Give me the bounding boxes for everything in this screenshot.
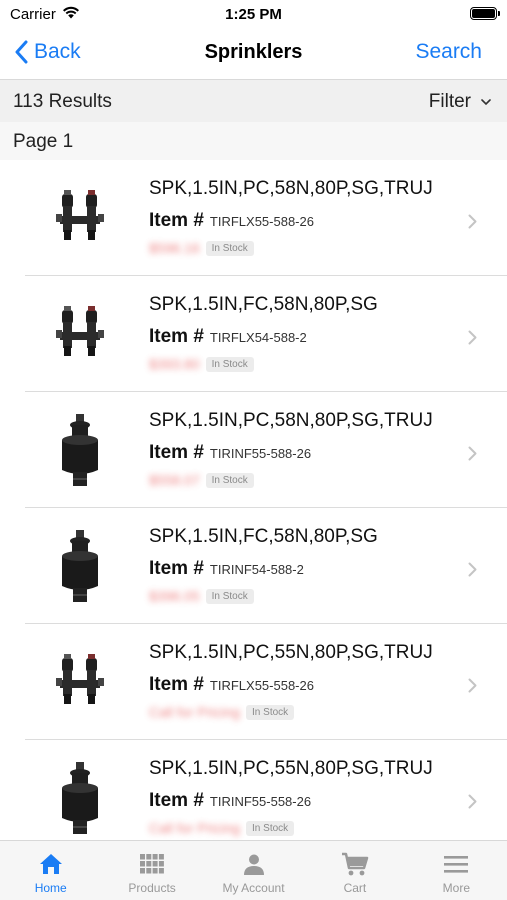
product-image [40,528,120,608]
price-line: $596.16 In Stock [149,240,254,256]
navigation-bar: Back Sprinklers Search [0,28,507,80]
product-row[interactable]: SPK,1.5IN,PC,55N,80P,SG,TRUJ Item # TIRINF… [0,740,507,840]
product-image [40,296,120,376]
item-number-label: Item # [149,558,204,579]
item-number: TIRINF55-558-26 [209,794,312,809]
item-number-label: Item # [149,674,204,695]
filter-button[interactable]: Filter [429,91,491,113]
stock-badge: In Stock [205,356,254,372]
tab-home[interactable]: Home [0,841,101,900]
item-number-line: Item # TIRINF54-588-2 [149,558,304,580]
filter-label: Filter [428,91,471,112]
product-name: SPK,1.5IN,FC,58N,80P,SG [149,294,378,315]
item-number-label: Item # [149,790,204,811]
price-text: $393.80 [149,356,200,372]
price-line: $393.80 In Stock [149,356,254,372]
product-list[interactable]: SPK,1.5IN,PC,58N,80P,SG,TRUJ Item # TIRFLX… [0,160,507,840]
product-image [40,412,120,492]
item-number: TIRFLX54-588-2 [209,330,307,345]
item-number-line: Item # TIRFLX55-588-26 [149,210,314,232]
stock-badge: In Stock [246,704,295,720]
item-number-label: Item # [149,326,204,347]
stock-badge: In Stock [205,472,254,488]
price-text: $558.07 [149,472,200,488]
product-row[interactable]: SPK,1.5IN,PC,58N,80P,SG,TRUJ Item # TIRFLX… [0,160,507,276]
item-number-line: Item # TIRINF55-588-26 [149,442,311,464]
tab-label: My Account [222,881,285,895]
product-image [40,760,120,840]
stock-badge: In Stock [205,240,254,256]
chevron-right-icon [468,678,477,698]
product-row[interactable]: SPK,1.5IN,FC,58N,80P,SG Item # TIRINF54-58… [0,508,507,624]
tab-more[interactable]: More [406,841,507,900]
item-number: TIRFLX55-558-26 [209,678,314,693]
price-line: $396.05 In Stock [149,588,254,604]
product-name: SPK,1.5IN,PC,58N,80P,SG,TRUJ [149,410,433,431]
person-icon [242,851,266,877]
battery-icon [470,7,500,20]
tab-label: Cart [343,881,367,895]
product-name: SPK,1.5IN,PC,55N,80P,SG,TRUJ [149,642,433,663]
item-number: TIRINF55-588-26 [209,446,312,461]
item-number-line: Item # TIRFLX55-558-26 [149,674,314,696]
stock-badge: In Stock [205,588,254,604]
price-text: $396.05 [149,588,200,604]
cart-icon [341,851,369,877]
product-image [40,644,120,724]
item-number-line: Item # TIRFLX54-588-2 [149,326,307,348]
tab-my-account[interactable]: My Account [203,841,304,900]
tab-cart[interactable]: Cart [304,841,405,900]
chevron-right-icon [468,214,477,234]
item-number-line: Item # TIRINF55-558-26 [149,790,311,812]
tab-label: Products [128,881,176,895]
stock-badge: In Stock [246,820,295,836]
item-number: TIRFLX55-588-26 [209,214,314,229]
product-row[interactable]: SPK,1.5IN,FC,58N,80P,SG Item # TIRFLX54-58… [0,276,507,392]
item-number-label: Item # [149,442,204,463]
price-line: Call for Pricing In Stock [149,704,295,720]
price-text: $596.16 [149,240,200,256]
menu-icon [443,851,469,877]
results-bar: 113 Results Filter [0,80,507,122]
home-icon [38,851,64,877]
product-row[interactable]: SPK,1.5IN,PC,55N,80P,SG,TRUJ Item # TIRFLX… [0,624,507,740]
page-header: Page 1 [0,122,507,160]
item-number-label: Item # [149,210,204,231]
tab-products[interactable]: Products [101,841,202,900]
grid-icon [139,851,165,877]
price-text: Call for Pricing [149,820,241,836]
chevron-right-icon [468,794,477,814]
price-line: Call for Pricing In Stock [149,820,295,836]
tab-label: Home [34,881,67,895]
tab-bar: Home Products My Account Cart More [0,840,507,900]
product-name: SPK,1.5IN,PC,55N,80P,SG,TRUJ [149,758,433,779]
search-button[interactable]: Search [415,40,482,64]
price-text: Call for Pricing [149,704,241,720]
chevron-down-icon [481,98,491,105]
product-name: SPK,1.5IN,PC,58N,80P,SG,TRUJ [149,178,433,199]
chevron-right-icon [468,562,477,582]
item-number: TIRINF54-588-2 [209,562,304,577]
results-count: 113 Results [13,91,112,112]
page-label: Page 1 [13,131,74,152]
status-time: 1:25 PM [225,6,282,23]
chevron-right-icon [468,446,477,466]
status-bar: Carrier 1:25 PM [0,0,507,28]
tab-label: More [442,881,470,895]
price-line: $558.07 In Stock [149,472,254,488]
product-name: SPK,1.5IN,FC,58N,80P,SG [149,526,378,547]
product-row[interactable]: SPK,1.5IN,PC,58N,80P,SG,TRUJ Item # TIRINF… [0,392,507,508]
product-image [40,180,120,260]
chevron-right-icon [468,330,477,350]
